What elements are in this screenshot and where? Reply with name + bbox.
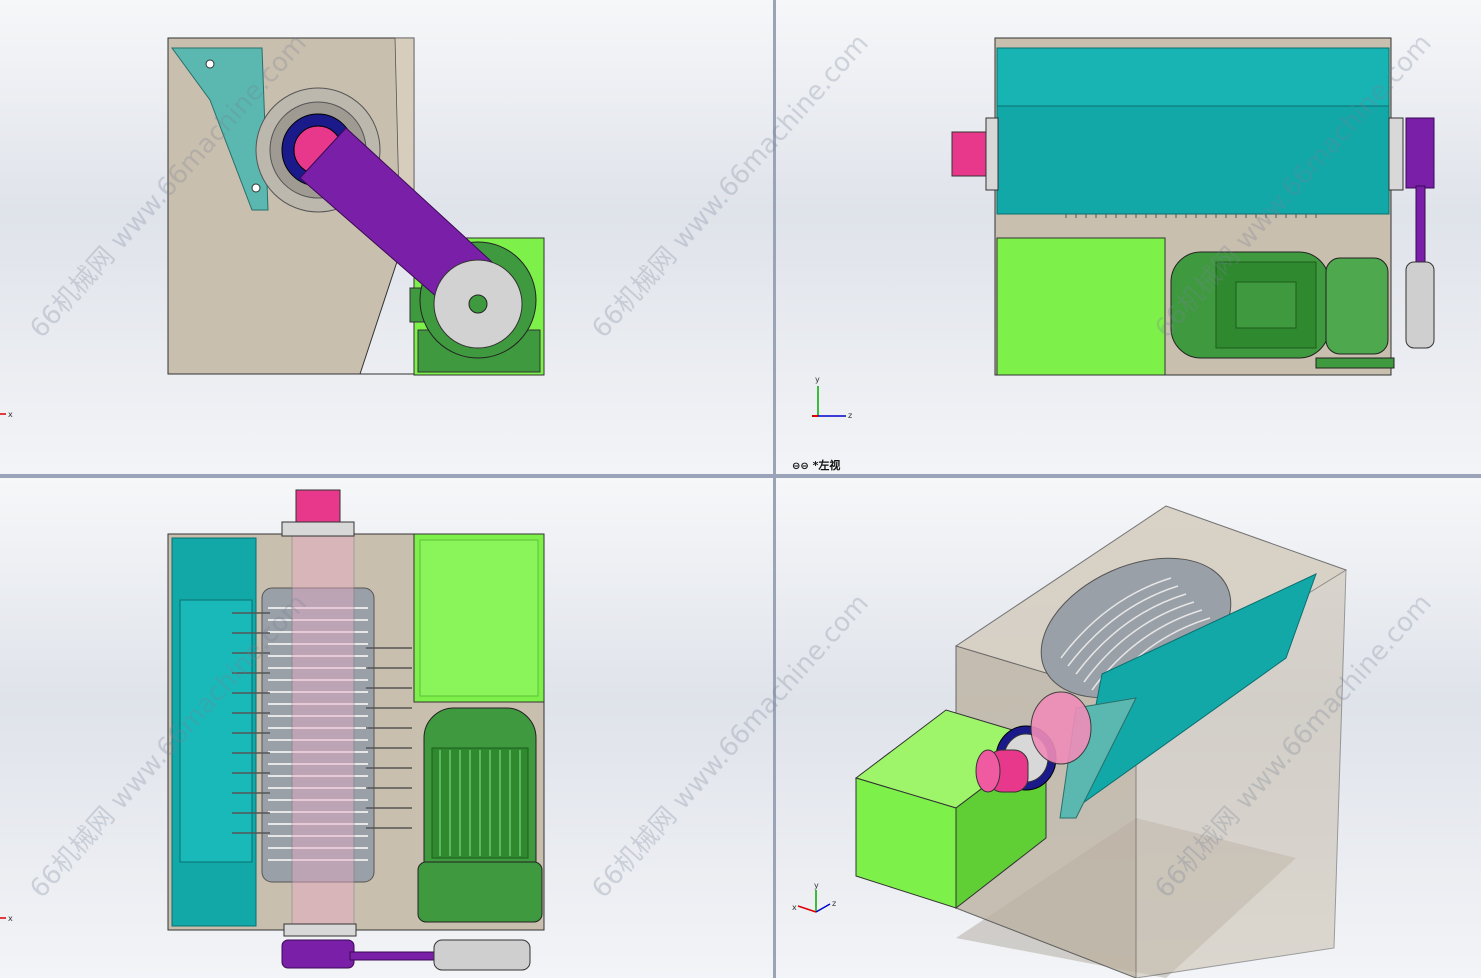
axis-y-label: y	[814, 881, 819, 890]
drum-pulley-bottom	[281, 939, 355, 969]
motor-pulley-side	[1405, 261, 1435, 349]
axis-x-label: x	[8, 914, 13, 923]
viewport-splitter-vertical[interactable]	[773, 0, 776, 978]
view-name-label[interactable]: ⊖⊖ *左视	[792, 457, 840, 473]
viewport-left[interactable]: y z ⊖⊖ *左视	[776, 0, 1481, 474]
axis-z-label: z	[832, 899, 836, 908]
axis-triad: x	[0, 914, 13, 923]
control-box	[996, 237, 1166, 376]
shaft-end-left	[951, 131, 989, 177]
view-glasses-icon: ⊖⊖	[792, 461, 809, 472]
axis-y-label: y	[815, 375, 820, 384]
motor-pulley-bottom	[433, 939, 531, 971]
viewport-front[interactable]: x	[0, 0, 773, 474]
axis-triad: y z	[812, 375, 852, 420]
left-view-model: y z	[812, 37, 1435, 420]
axis-z-label: z	[848, 411, 852, 420]
drum-pulley	[1405, 117, 1435, 189]
axis-triad: y z x	[792, 881, 836, 913]
top-view-model: x	[0, 489, 545, 971]
front-view-model: x	[0, 37, 545, 419]
isometric-model: y z x	[792, 505, 1348, 978]
axis-triad: x	[0, 410, 13, 419]
viewport-isometric[interactable]: y z x	[776, 478, 1481, 978]
axis-x-label: x	[792, 903, 797, 912]
viewport-splitter-horizontal[interactable]	[0, 474, 1481, 478]
viewport-top[interactable]: x	[0, 478, 773, 978]
axis-x-label: x	[8, 410, 13, 419]
